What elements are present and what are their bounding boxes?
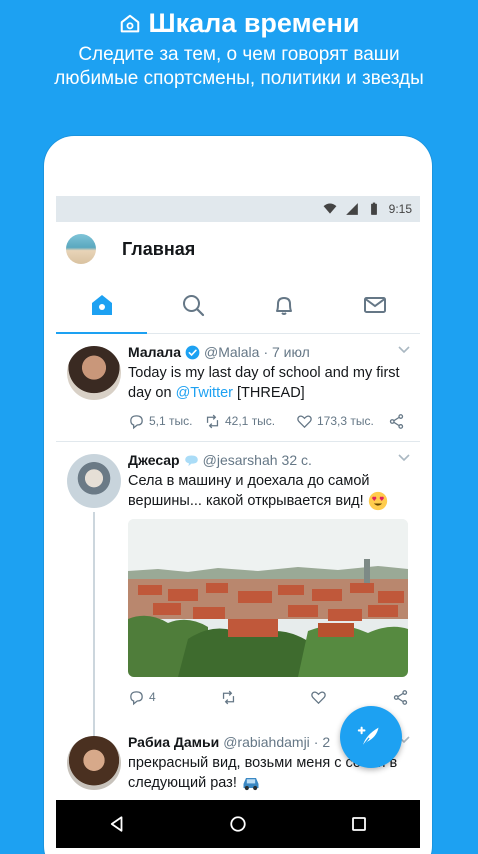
avatar[interactable] — [67, 346, 121, 400]
tweet-text: Села в машину и доехала до самой вершины… — [128, 471, 410, 511]
tweet-time: 32 с. — [281, 452, 312, 468]
battery-icon — [370, 202, 377, 215]
reply-icon — [130, 690, 143, 705]
mention-link[interactable]: @Twitter — [176, 385, 233, 401]
home-circle-icon[interactable] — [229, 815, 247, 833]
retweet-count: 42,1 тыс. — [225, 414, 276, 428]
reply-count: 5,1 тыс. — [149, 414, 193, 428]
wifi-icon — [323, 203, 337, 214]
recents-icon[interactable] — [350, 815, 368, 833]
heart-icon — [297, 414, 312, 428]
tab-search[interactable] — [147, 276, 238, 333]
city-landscape-image — [128, 519, 408, 678]
tab-notifications[interactable] — [238, 276, 329, 333]
promo-subtitle-line1: Следите за тем, о чем говорят ваши — [78, 44, 400, 65]
promo-subtitle-line2: любимые спортсмены, политики и звезды — [54, 68, 424, 89]
avatar[interactable] — [67, 454, 121, 508]
author-name[interactable]: Рабиа Дамьи — [128, 734, 219, 750]
mail-icon — [363, 296, 386, 313]
verified-badge-icon — [185, 345, 200, 359]
share-icon — [389, 413, 404, 429]
tab-bar — [56, 276, 420, 334]
share-icon — [393, 689, 408, 705]
tweet-header: Джесар @jesarshah 32 с. — [128, 452, 410, 468]
like-count: 173,3 тыс. — [317, 414, 374, 428]
retweet-button[interactable] — [220, 689, 310, 706]
bell-icon — [275, 296, 292, 315]
tweet-header: Малала @Malala · 7 июл — [128, 344, 410, 360]
author-handle: @jesarshah — [202, 452, 278, 468]
compose-button[interactable] — [340, 706, 402, 768]
tweet-time: · 7 июл — [263, 344, 310, 360]
speech-bubble-icon — [184, 455, 198, 466]
signal-icon — [345, 203, 358, 215]
reply-count: 4 — [149, 690, 156, 705]
promo-header: Шкала времени Следите за тем, о чем гово… — [0, 0, 478, 91]
chevron-down-icon[interactable] — [398, 346, 410, 354]
status-time: 9:15 — [388, 202, 412, 216]
like-button[interactable]: 173,3 тыс. — [296, 413, 388, 430]
tweet-text-part: Села в машину и доехала до самой вершины… — [128, 473, 370, 509]
author-handle: @Malala — [203, 344, 260, 360]
search-icon — [182, 294, 204, 316]
back-icon[interactable] — [108, 815, 126, 833]
reply-button[interactable]: 5,1 тыс. — [128, 413, 204, 430]
home-icon — [91, 294, 112, 315]
like-button[interactable] — [310, 689, 392, 706]
share-button[interactable] — [392, 689, 409, 706]
chevron-down-icon[interactable] — [398, 454, 410, 462]
app-bar: Главная — [56, 222, 420, 276]
author-name[interactable]: Малала — [128, 344, 181, 360]
tab-messages[interactable] — [329, 276, 420, 333]
promo-title-text: Шкала времени — [148, 8, 360, 38]
compose-icon — [357, 726, 379, 747]
retweet-button[interactable]: 42,1 тыс. — [204, 413, 296, 430]
car-emoji — [243, 778, 259, 791]
page-title: Главная — [122, 238, 196, 259]
tweet-text-part: [THREAD] — [233, 385, 305, 401]
tweet-jesar[interactable]: Джесар @jesarshah 32 с. Села в машину и … — [56, 442, 420, 782]
profile-avatar[interactable] — [66, 234, 96, 264]
author-handle: @rabiahdamji — [223, 734, 310, 750]
status-bar: 9:15 — [56, 196, 420, 222]
promo-title: Шкала времени — [0, 8, 478, 39]
tweet-text: Today is my last day of school and my fi… — [128, 363, 410, 403]
retweet-icon — [222, 690, 235, 704]
promo-subtitle: Следите за тем, о чем говорят ваши любим… — [0, 43, 478, 91]
tweet-time: · 2 — [313, 734, 331, 750]
tweet-malala[interactable]: Малала @Malala · 7 июл Today is my last … — [56, 334, 420, 442]
share-button[interactable] — [388, 413, 405, 430]
home-icon — [120, 14, 139, 32]
system-nav-bar — [56, 800, 420, 848]
tweet-photo[interactable] — [128, 519, 408, 678]
avatar[interactable] — [67, 736, 121, 790]
retweet-icon — [206, 414, 219, 428]
tweet-actions: 5,1 тыс. 42,1 тыс. 173,3 тыс. — [128, 403, 410, 439]
tab-home[interactable] — [56, 276, 147, 334]
heart-eyes-emoji — [368, 492, 387, 511]
author-name[interactable]: Джесар — [128, 452, 180, 468]
reply-button[interactable]: 4 — [128, 689, 220, 706]
heart-icon — [311, 691, 326, 704]
reply-icon — [130, 414, 143, 429]
